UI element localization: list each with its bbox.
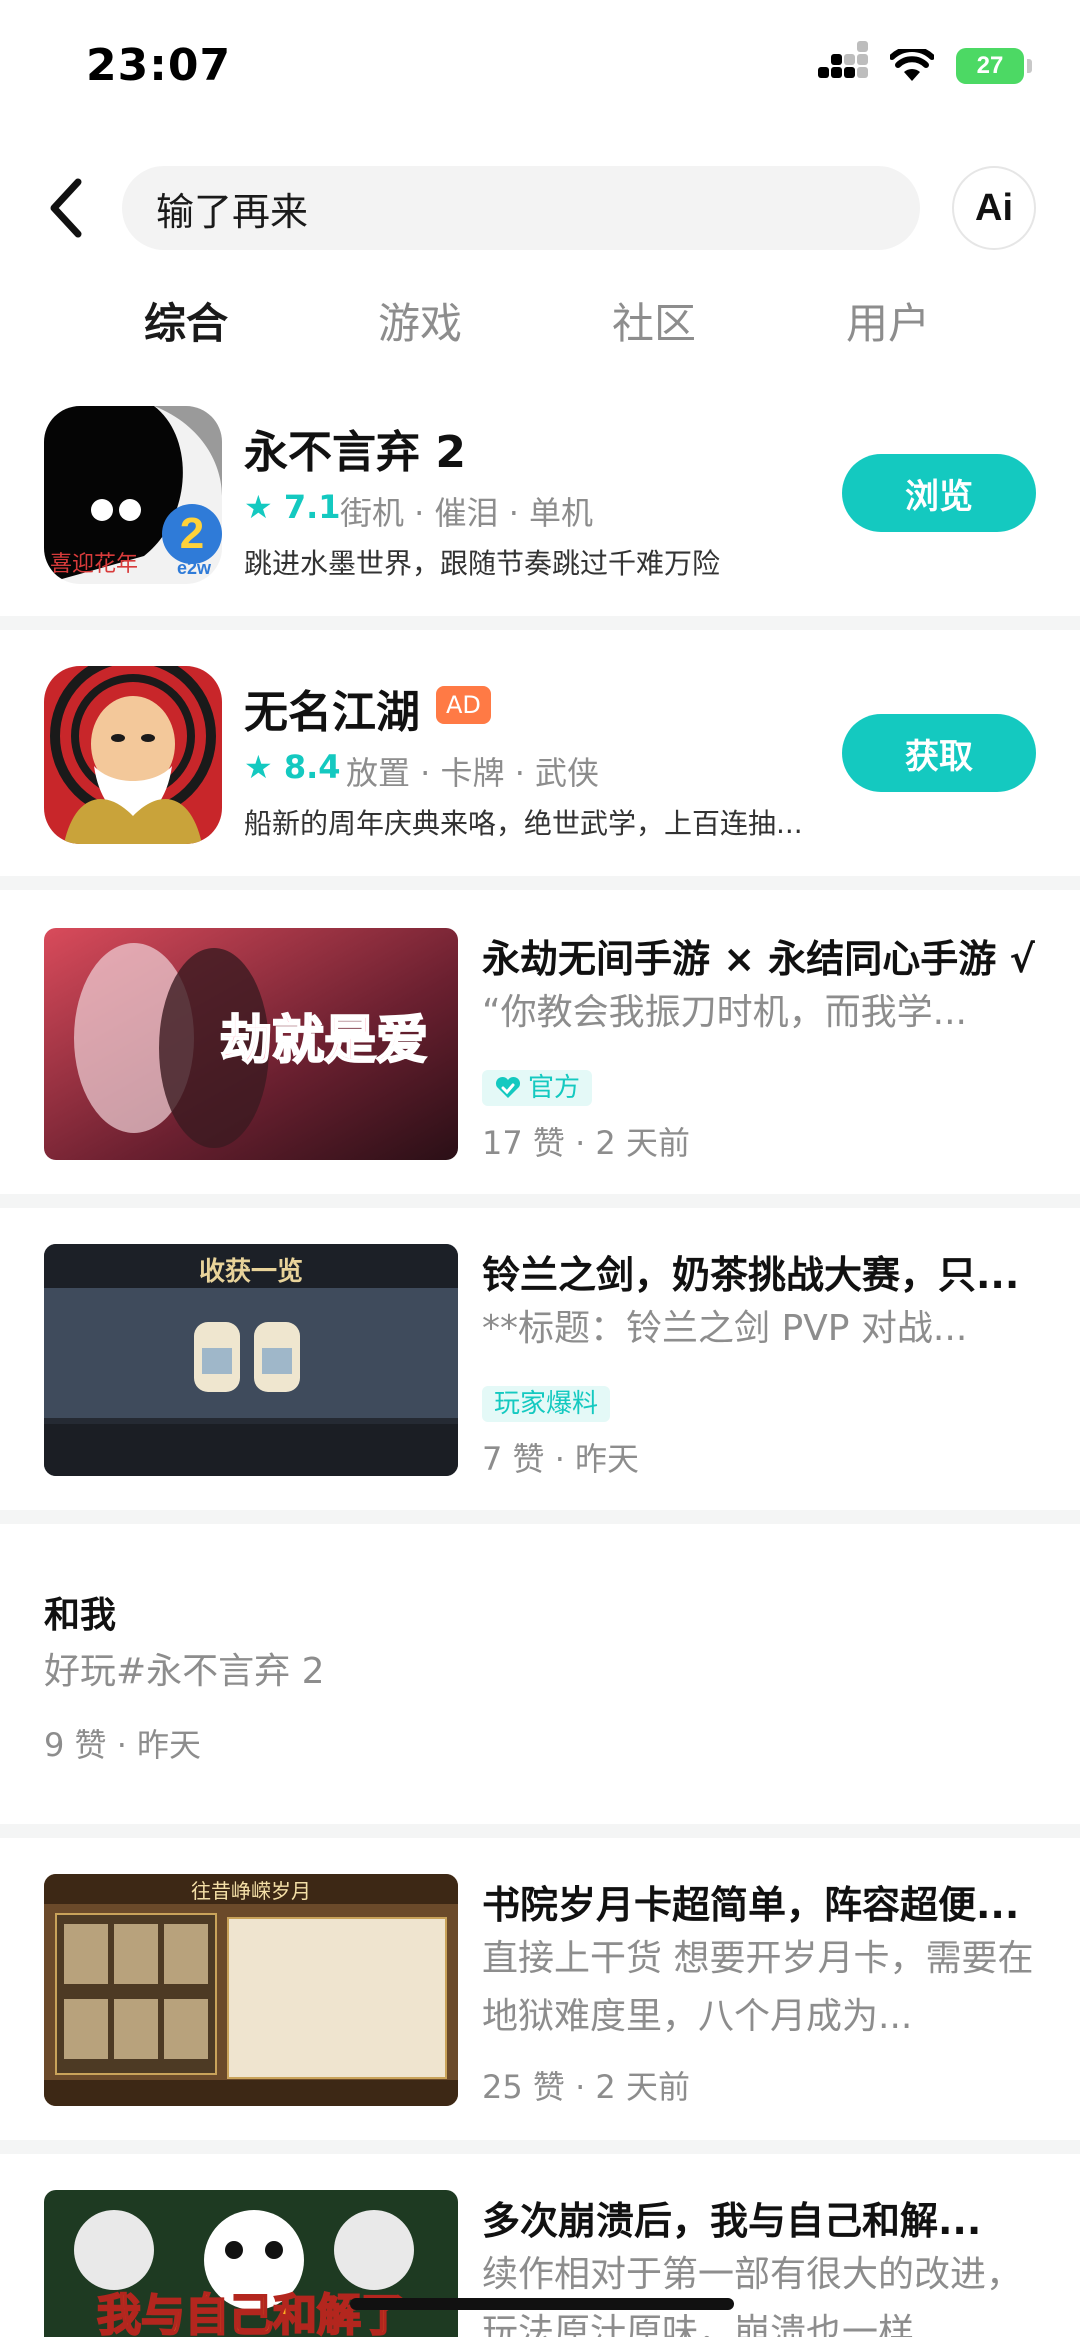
app-tags: 放置 · 卡牌 · 武侠 [346,754,600,792]
app-tags: 街机 · 催泪 · 单机 [340,494,594,532]
app-description: 跳进水墨世界，跟随节奏跳过千难万险 [244,547,721,580]
wifi-icon [890,49,934,81]
post-meta: 7 赞 · 昨天 [482,1440,640,1478]
badge-label: 玩家爆料 [494,1389,599,1419]
back-button[interactable] [40,172,96,244]
search-box[interactable] [122,166,920,250]
post-meta: 9 赞 · 昨天 [44,1726,202,1764]
get-button[interactable]: 获取 [842,714,1036,792]
post-item[interactable]: 劫就是爱 永劫无间手游 × 永结同心手游 √ “你教会我振刀时机，而我学... … [0,928,1080,1162]
divider [0,1824,1080,1838]
heart-check-icon [495,1076,521,1098]
divider [0,876,1080,890]
divider [0,2140,1080,2154]
post-thumbnail: 我与自己和解了 [44,2190,458,2337]
player-leak-badge: 玩家爆料 [482,1386,611,1422]
post-title: 永劫无间手游 × 永结同心手游 √ [482,937,1035,981]
ai-assistant-button[interactable]: Ai [952,166,1036,250]
rating-value: 8.4 [283,748,341,786]
result-tabs: 综合 游戏 社区 用户 [0,290,1080,360]
post-item[interactable]: 和我 好玩#永不言弃 2 9 赞 · 昨天 [0,1586,1080,1766]
post-title: 书院岁月卡超简单，阵容超便... [482,1883,1020,1927]
divider [0,1510,1080,1524]
search-input[interactable] [156,186,876,230]
post-excerpt: **标题：铃兰之剑 PVP 对战... [482,1308,968,1349]
post-excerpt: 续作相对于第一部有很大的改进，玩法原汁原味，崩溃也一样 [482,2254,1023,2337]
tab-users[interactable]: 用户 [846,290,930,351]
cellular-signal-icon [818,41,868,83]
app-title: 永不言弃 2 [244,427,466,478]
post-item[interactable]: 收获一览 铃兰之剑，奶茶挑战大赛，只... **标题：铃兰之剑 PVP 对战..… [0,1244,1080,1478]
divider [0,616,1080,630]
post-thumbnail: 往昔峥嵘岁月 [44,1874,458,2106]
tab-games[interactable]: 游戏 [378,290,462,351]
app-rating: ★ 7.1 [244,488,341,526]
icon-number-text: 2 [180,509,204,558]
home-indicator [350,2298,734,2310]
app-row[interactable]: 无名江湖 AD ★ 8.4 放置 · 卡牌 · 武侠 船新的周年庆典来咯，绝世武… [0,666,1080,906]
tab-community[interactable]: 社区 [612,290,696,351]
post-title: 铃兰之剑，奶茶挑战大赛，只... [482,1253,1020,1297]
status-icons: 27 [818,41,1032,84]
app-row[interactable]: 2 喜迎花年 e2w 永不言弃 2 ★ 7.1 街机 · 催泪 · 单机 跳进水… [0,406,1080,646]
app-icon: 2 喜迎花年 e2w [44,406,222,584]
icon-brand-text: e2w [177,558,212,578]
rating-value: 7.1 [283,488,341,526]
browse-button[interactable]: 浏览 [842,454,1036,532]
post-thumbnail: 劫就是爱 [44,928,458,1160]
post-excerpt: 直接上干货 想要开岁月卡，需要在地狱难度里，八个月成为... [482,1938,1034,2037]
post-meta: 25 赞 · 2 天前 [482,2068,690,2106]
tab-all[interactable]: 综合 [144,290,228,351]
icon-caption-text: 喜迎花年 [50,552,138,577]
post-meta: 17 赞 · 2 天前 [482,1124,690,1162]
post-title: 和我 [44,1595,117,1636]
ad-badge: AD [436,686,491,724]
official-badge: 官方 [482,1070,593,1106]
post-excerpt: 好玩#永不言弃 2 [44,1651,325,1692]
status-time: 23:07 [86,40,232,91]
battery-level: 27 [976,52,1004,79]
divider [0,1194,1080,1208]
app-title: 无名江湖 [244,687,420,738]
status-bar: 23:07 27 [0,0,1080,130]
thumb-caption: 收获一览 [199,1257,303,1287]
post-excerpt: “你教会我振刀时机，而我学... [482,992,967,1033]
app-rating: ★ 8.4 [244,748,341,786]
badge-label: 官方 [528,1073,581,1103]
post-item[interactable]: 往昔峥嵘岁月 书院岁月卡超简单，阵容超便... 直接上干货 想要开岁月卡，需要在… [0,1874,1080,2106]
post-thumbnail: 收获一览 [44,1244,458,1476]
post-title: 多次崩溃后，我与自己和解... [482,2199,982,2243]
thumb-caption: 劫就是爱 [220,1011,428,1071]
thumb-caption: 往昔峥嵘岁月 [191,1879,311,1903]
post-item[interactable]: 我与自己和解了 多次崩溃后，我与自己和解... 续作相对于第一部有很大的改进，玩… [0,2190,1080,2337]
app-icon [44,666,222,844]
app-description: 船新的周年庆典来咯，绝世武学，上百连抽... [244,807,803,840]
chevron-left-icon [50,178,82,238]
battery-icon: 27 [956,48,1032,84]
